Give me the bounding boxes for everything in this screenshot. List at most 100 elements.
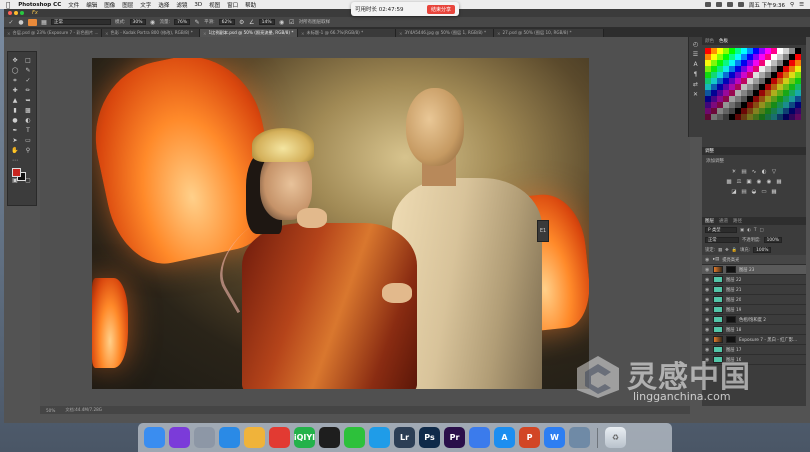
- menu-filter[interactable]: 滤镜: [176, 1, 187, 9]
- layer-filter-select[interactable]: P 类型: [705, 227, 737, 233]
- close-window-button[interactable]: [8, 11, 12, 15]
- layer-row[interactable]: ◉ 图层 19: [702, 305, 806, 315]
- close-tab-icon[interactable]: ×: [301, 31, 305, 36]
- lock-position-icon[interactable]: ✥: [725, 248, 729, 253]
- pressure-size-icon[interactable]: ◉: [279, 19, 285, 26]
- dock-powerpoint-icon[interactable]: P: [519, 427, 540, 448]
- clone-stamp-tool-icon[interactable]: ▲: [10, 96, 20, 105]
- layer-row[interactable]: ◉ 图层 21: [702, 285, 806, 295]
- brightness-icon[interactable]: ☀: [731, 169, 737, 175]
- align-panel-icon[interactable]: ⇄: [693, 81, 698, 88]
- app-name-menu[interactable]: Photoshop CC: [18, 2, 61, 8]
- dock-launchpad-icon[interactable]: [194, 427, 215, 448]
- path-select-tool-icon[interactable]: ➤: [10, 136, 20, 145]
- layer-mask-thumbnail[interactable]: [726, 336, 736, 343]
- pen-tool-icon[interactable]: ✒: [10, 126, 20, 135]
- visibility-eye-icon[interactable]: ◉: [705, 317, 710, 323]
- quick-select-tool-icon[interactable]: ✎: [23, 66, 33, 75]
- floating-mini-panel[interactable]: E1: [537, 220, 549, 242]
- layer-row[interactable]: ◉ Exposure 7 - 黑白 - 红广影...: [702, 335, 806, 345]
- layer-row[interactable]: ◉ 图层 22: [702, 275, 806, 285]
- lasso-tool-icon[interactable]: ◯: [10, 66, 20, 75]
- filter-shape-icon[interactable]: □: [759, 228, 763, 233]
- menu-3d[interactable]: 3D: [194, 2, 202, 8]
- angle-icon[interactable]: ∠: [249, 19, 255, 26]
- tab-layers[interactable]: 图层: [705, 218, 714, 224]
- doc-tab-3-active[interactable]: × 1比例副本.psd @ 50% (照亮流晕, RGB/8) *: [200, 29, 298, 37]
- brush-size-icon[interactable]: ●: [18, 19, 24, 26]
- volume-icon[interactable]: [737, 2, 744, 7]
- layer-opacity-field[interactable]: 100%: [763, 237, 782, 243]
- eraser-tool-icon[interactable]: ▮: [10, 106, 20, 115]
- tab-paths[interactable]: 路径: [733, 218, 742, 224]
- brush-settings-icon[interactable]: ▦: [41, 19, 47, 26]
- color-balance-icon[interactable]: ⚖: [736, 179, 742, 185]
- close-tab-icon[interactable]: ×: [399, 31, 403, 36]
- layer-mask-thumbnail[interactable]: [726, 316, 736, 323]
- tab-channels[interactable]: 通道: [719, 218, 728, 224]
- filter-adjust-icon[interactable]: ◐: [747, 228, 751, 233]
- visibility-eye-icon[interactable]: ◉: [705, 357, 710, 363]
- dock-wechat-icon[interactable]: [344, 427, 365, 448]
- visibility-eye-icon[interactable]: ◉: [705, 277, 710, 283]
- document-canvas[interactable]: [92, 58, 589, 389]
- menu-edit[interactable]: 编辑: [86, 1, 97, 9]
- threshold-icon[interactable]: ◒: [751, 189, 757, 195]
- dock-preview-icon[interactable]: [569, 427, 590, 448]
- type-tool-icon[interactable]: T: [23, 126, 33, 135]
- tools-x-icon[interactable]: ✕: [693, 91, 698, 98]
- document-size[interactable]: 文档:44.4M/7.28G: [65, 407, 102, 413]
- dock-safari-icon[interactable]: [219, 427, 240, 448]
- paragraph-panel-icon[interactable]: ¶: [694, 71, 698, 78]
- healing-brush-tool-icon[interactable]: ✚: [10, 86, 20, 95]
- filter-pixel-icon[interactable]: ▣: [740, 228, 744, 233]
- gradient-map-icon[interactable]: ▭: [761, 189, 767, 195]
- exposure-icon[interactable]: ◐: [761, 169, 767, 175]
- dodge-tool-icon[interactable]: ◐: [23, 116, 33, 125]
- dock-trash-icon[interactable]: ♻: [605, 427, 626, 448]
- menu-file[interactable]: 文件: [68, 1, 79, 9]
- color-lookup-icon[interactable]: ▦: [776, 179, 782, 185]
- angle-field[interactable]: 14%: [258, 19, 275, 25]
- shape-tool-icon[interactable]: ▭: [23, 136, 33, 145]
- dock-photos-icon[interactable]: [244, 427, 265, 448]
- doc-tab-4[interactable]: × 未标题-1 @ 66.7%(RGB/8) *: [298, 29, 396, 37]
- dock-wps-icon[interactable]: W: [544, 427, 565, 448]
- minimize-window-button[interactable]: [14, 11, 18, 15]
- visibility-eye-icon[interactable]: ◉: [705, 257, 710, 263]
- edit-toolbar-icon[interactable]: ⋯: [10, 156, 20, 165]
- visibility-eye-icon[interactable]: ◉: [705, 327, 710, 333]
- layer-row[interactable]: ◉ 图层 16: [702, 355, 806, 365]
- zoom-level[interactable]: 50%: [46, 408, 55, 413]
- eyedropper-tool-icon[interactable]: ✓: [23, 76, 33, 85]
- dock-photoshop-icon[interactable]: Ps: [419, 427, 440, 448]
- folder-icon[interactable]: ▸▤: [713, 257, 719, 262]
- pressure-opacity-icon[interactable]: ◉: [150, 19, 156, 26]
- opacity-field[interactable]: 30%: [129, 19, 146, 25]
- dock-premiere-icon[interactable]: Pr: [444, 427, 465, 448]
- mode-select[interactable]: 正常: [51, 19, 111, 25]
- move-tool-icon[interactable]: ✥: [10, 56, 20, 65]
- dock-lightroom-icon[interactable]: Lr: [394, 427, 415, 448]
- zoom-tool-icon[interactable]: ⚲: [23, 146, 33, 155]
- apple-icon[interactable]: : [6, 1, 10, 9]
- hand-tool-icon[interactable]: ✋: [10, 146, 20, 155]
- photo-filter-icon[interactable]: ◉: [756, 179, 762, 185]
- dock-iqiyi-icon[interactable]: iQIYI: [294, 427, 315, 448]
- visibility-eye-icon[interactable]: ◉: [705, 347, 710, 353]
- lock-all-icon[interactable]: 🔒: [732, 248, 737, 253]
- filter-type-icon[interactable]: T: [754, 228, 757, 233]
- tab-adjustments[interactable]: 调整: [705, 148, 714, 154]
- doc-tab-1[interactable]: × 合层.psd @ 23% (Exposure 7 - 彩色图片 ...: [4, 29, 102, 37]
- dock-baidu-netdisk-icon[interactable]: [469, 427, 490, 448]
- close-tab-icon[interactable]: ×: [105, 31, 109, 36]
- close-tab-icon[interactable]: ×: [7, 31, 11, 36]
- layer-row[interactable]: ◉ 图层 18: [702, 325, 806, 335]
- menu-window[interactable]: 窗口: [227, 1, 238, 9]
- brush-tool-icon[interactable]: ✓: [8, 19, 14, 26]
- visibility-eye-icon[interactable]: ◉: [705, 337, 710, 343]
- blur-tool-icon[interactable]: ●: [10, 116, 20, 125]
- history-panel-icon[interactable]: ◴: [693, 41, 698, 48]
- canvas-area[interactable]: E1: [40, 37, 690, 406]
- vibrance-icon[interactable]: ▽: [771, 169, 777, 175]
